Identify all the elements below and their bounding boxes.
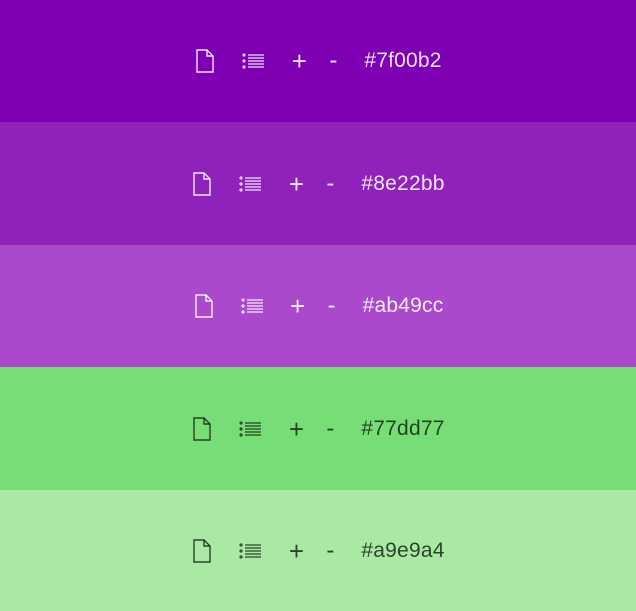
document-icon[interactable] xyxy=(193,293,215,319)
swatch-controls: + - #7f00b2 xyxy=(194,48,441,74)
remove-button[interactable]: - xyxy=(323,416,337,441)
list-icon[interactable] xyxy=(239,419,263,439)
add-button[interactable]: + xyxy=(287,293,309,319)
hex-value[interactable]: #a9e9a4 xyxy=(361,539,444,563)
add-button[interactable]: + xyxy=(285,538,307,564)
hex-value[interactable]: #ab49cc xyxy=(363,294,444,318)
list-icon[interactable] xyxy=(239,174,263,194)
swatch-row-1[interactable]: + - #7f00b2 xyxy=(0,0,636,122)
remove-button[interactable]: - xyxy=(326,49,340,73)
swatch-row-5[interactable]: + - #a9e9a4 xyxy=(0,490,636,611)
list-icon[interactable] xyxy=(242,51,266,71)
swatch-row-3[interactable]: + - #ab49cc xyxy=(0,245,636,367)
hex-value[interactable]: #77dd77 xyxy=(361,417,444,441)
hex-value[interactable]: #7f00b2 xyxy=(364,49,441,73)
document-icon[interactable] xyxy=(194,48,216,74)
hex-value[interactable]: #8e22bb xyxy=(361,172,444,196)
swatch-controls: + - #ab49cc xyxy=(193,293,444,319)
add-button[interactable]: + xyxy=(288,48,310,74)
remove-button[interactable]: - xyxy=(323,171,337,196)
swatch-controls: + - #8e22bb xyxy=(191,171,444,197)
document-icon[interactable] xyxy=(191,538,213,564)
color-palette: + - #7f00b2 + - #8e22bb + - #ab49cc + - … xyxy=(0,0,636,611)
document-icon[interactable] xyxy=(191,171,213,197)
remove-button[interactable]: - xyxy=(323,538,337,563)
swatch-controls: + - #77dd77 xyxy=(191,416,444,442)
list-icon[interactable] xyxy=(239,541,263,561)
swatch-row-2[interactable]: + - #8e22bb xyxy=(0,122,636,245)
add-button[interactable]: + xyxy=(285,416,307,442)
swatch-controls: + - #a9e9a4 xyxy=(191,538,444,564)
document-icon[interactable] xyxy=(191,416,213,442)
swatch-row-4[interactable]: + - #77dd77 xyxy=(0,367,636,490)
add-button[interactable]: + xyxy=(285,171,307,197)
list-icon[interactable] xyxy=(240,296,265,316)
remove-button[interactable]: - xyxy=(325,294,339,318)
